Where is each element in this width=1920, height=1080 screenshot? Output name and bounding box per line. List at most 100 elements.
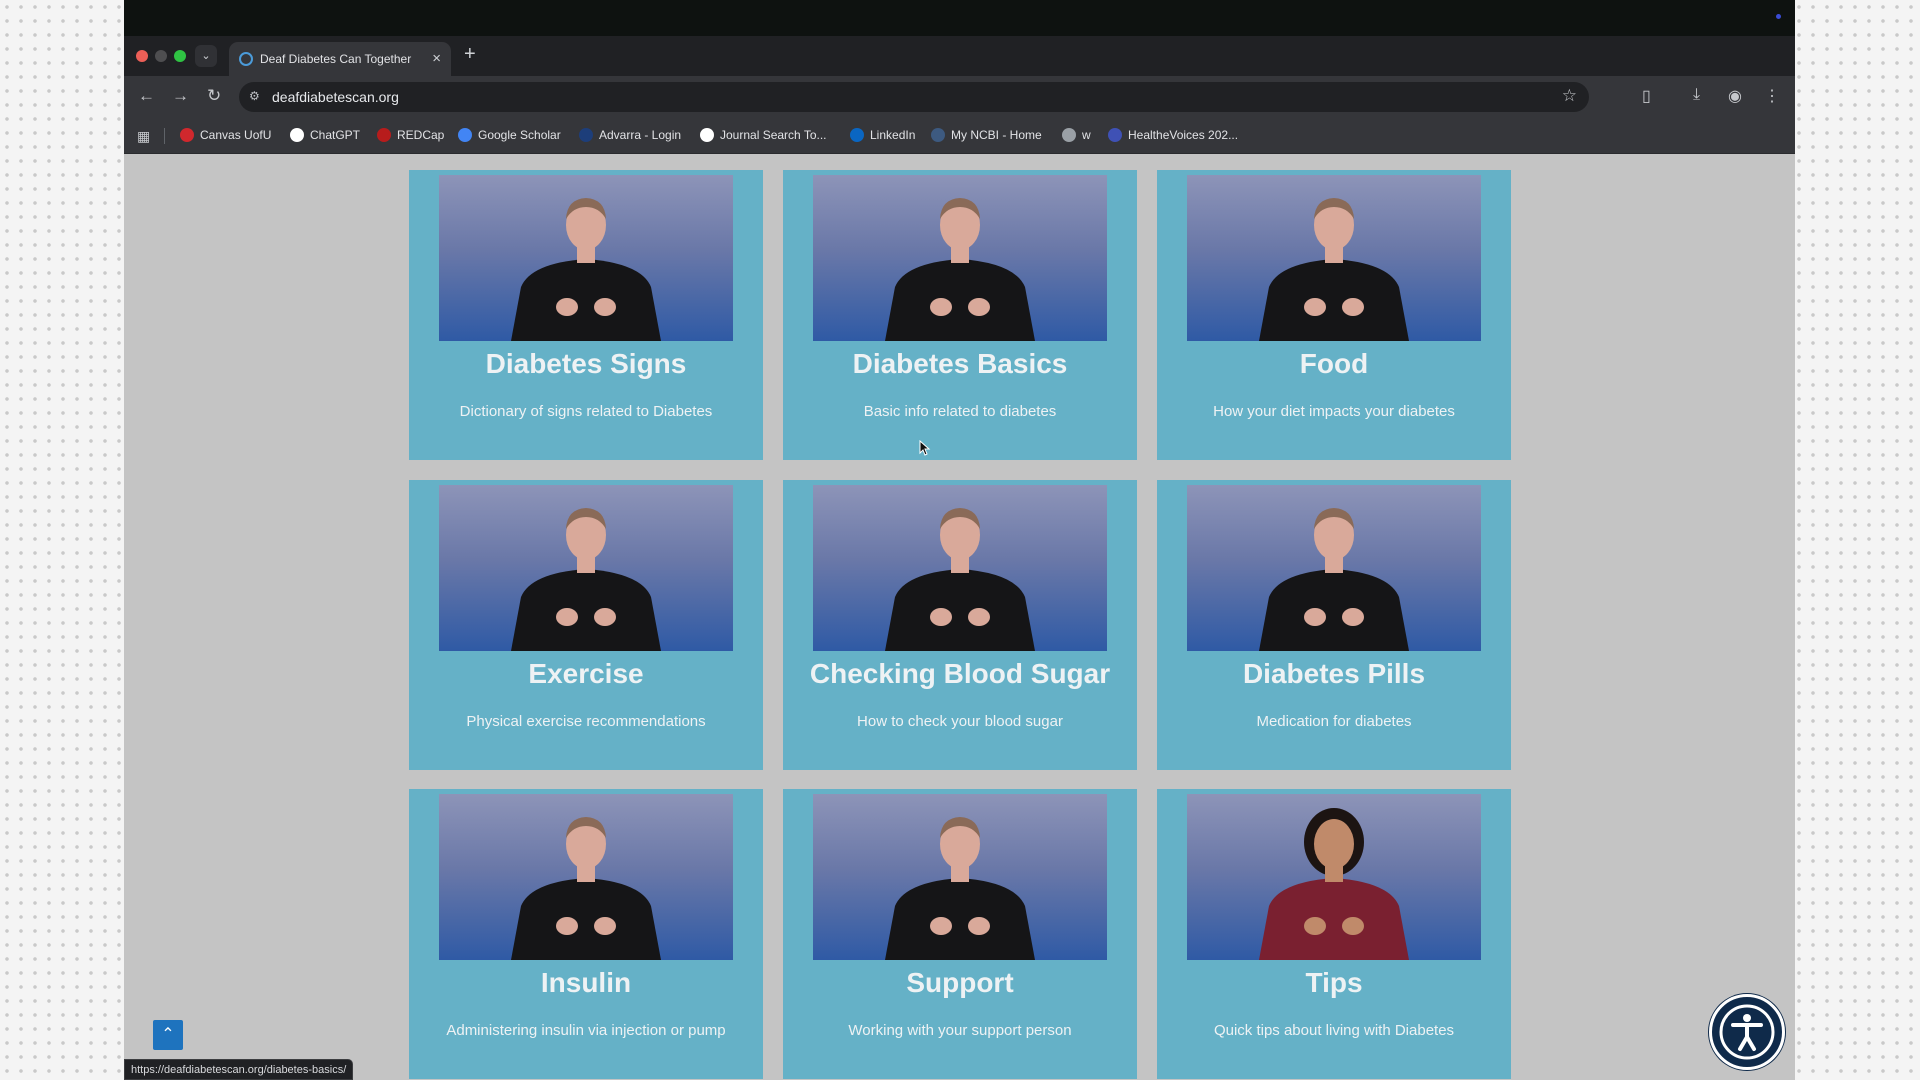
page-content: Diabetes Signs Dictionary of signs relat… xyxy=(124,154,1795,1080)
presenter-right-hand xyxy=(594,917,616,935)
card-support[interactable]: Support Working with your support person xyxy=(783,789,1137,1079)
card-description: Physical exercise recommendations xyxy=(466,713,706,730)
card-title[interactable]: Diabetes Basics xyxy=(783,348,1137,380)
active-tab[interactable]: Deaf Diabetes Can Together × xyxy=(229,42,451,76)
presenter-left-hand xyxy=(1304,608,1326,626)
bookmark-favicon-icon xyxy=(180,128,194,142)
bookmark-favicon-icon xyxy=(850,128,864,142)
card-title[interactable]: Tips xyxy=(1157,967,1511,999)
card-title[interactable]: Checking Blood Sugar xyxy=(783,658,1137,690)
presenter-left-hand xyxy=(1304,917,1326,935)
card-description: How your diet impacts your diabetes xyxy=(1213,403,1455,420)
presenter-body xyxy=(885,878,1035,960)
reload-icon[interactable]: ↻ xyxy=(207,86,221,106)
minimize-window-button[interactable] xyxy=(155,50,167,62)
bookmarks-bar: ▦ Canvas UofU ChatGPT REDCap Google Scho… xyxy=(124,118,1795,154)
bookmark-favicon-icon xyxy=(290,128,304,142)
presenter-image xyxy=(885,817,1035,960)
card-title[interactable]: Diabetes Pills xyxy=(1157,658,1511,690)
presenter-image xyxy=(1259,198,1409,341)
presenter-body xyxy=(511,259,661,341)
bookmark-redcap[interactable]: REDCap xyxy=(377,128,444,142)
bookmark-my-ncbi[interactable]: My NCBI - Home xyxy=(931,128,1042,142)
bookmark-canvas[interactable]: Canvas UofU xyxy=(180,128,271,142)
bookmark-star-icon[interactable]: ☆ xyxy=(1562,86,1577,106)
video-thumbnail[interactable] xyxy=(813,485,1107,651)
card-diabetes-basics[interactable]: Diabetes Basics Basic info related to di… xyxy=(783,170,1137,460)
extensions-icon[interactable]: ▯ xyxy=(1642,86,1651,106)
video-thumbnail[interactable] xyxy=(439,485,733,651)
url-text: deafdiabetescan.org xyxy=(272,89,399,105)
card-tips[interactable]: Tips Quick tips about living with Diabet… xyxy=(1157,789,1511,1079)
apps-grid-icon[interactable]: ▦ xyxy=(137,128,150,145)
presenter-right-hand xyxy=(1342,917,1364,935)
tab-close-icon[interactable]: × xyxy=(432,50,441,67)
close-window-button[interactable] xyxy=(136,50,148,62)
accessibility-widget-button[interactable] xyxy=(1709,994,1785,1070)
presenter-body xyxy=(885,259,1035,341)
card-diabetes-signs[interactable]: Diabetes Signs Dictionary of signs relat… xyxy=(409,170,763,460)
card-title[interactable]: Support xyxy=(783,967,1137,999)
presenter-image xyxy=(1259,508,1409,651)
presenter-image xyxy=(511,198,661,341)
maximize-window-button[interactable] xyxy=(174,50,186,62)
bookmark-google-scholar[interactable]: Google Scholar xyxy=(458,128,561,142)
download-icon[interactable]: ⤓ xyxy=(1693,86,1700,104)
video-thumbnail[interactable] xyxy=(813,175,1107,341)
bookmark-advarra[interactable]: Advarra - Login xyxy=(579,128,681,142)
scroll-to-top-button[interactable]: ⌃ xyxy=(153,1020,183,1050)
presenter-body xyxy=(511,878,661,960)
new-tab-button[interactable]: + xyxy=(464,43,476,66)
presenter-right-hand xyxy=(968,608,990,626)
card-title[interactable]: Diabetes Signs xyxy=(409,348,763,380)
tab-search-button[interactable]: ⌄ xyxy=(195,45,217,67)
presenter-body xyxy=(885,569,1035,651)
video-thumbnail[interactable] xyxy=(1187,175,1481,341)
recording-indicator-icon xyxy=(1776,14,1781,19)
card-title[interactable]: Exercise xyxy=(409,658,763,690)
card-insulin[interactable]: Insulin Administering insulin via inject… xyxy=(409,789,763,1079)
presenter-image xyxy=(885,508,1035,651)
video-thumbnail[interactable] xyxy=(813,794,1107,960)
site-info-icon[interactable]: ⚙ xyxy=(249,89,260,103)
video-thumbnail[interactable] xyxy=(439,794,733,960)
address-bar[interactable]: ⚙ deafdiabetescan.org ☆ xyxy=(239,82,1589,112)
presenter-left-hand xyxy=(930,298,952,316)
forward-icon[interactable]: → xyxy=(172,86,189,106)
bookmark-favicon-icon xyxy=(579,128,593,142)
presenter-head xyxy=(1314,819,1354,869)
tab-strip: ⌄ Deaf Diabetes Can Together × + xyxy=(124,36,1795,76)
presenter-body xyxy=(1259,259,1409,341)
menu-icon[interactable]: ⋮ xyxy=(1764,86,1780,106)
card-food[interactable]: Food How your diet impacts your diabetes xyxy=(1157,170,1511,460)
bookmark-favicon-icon xyxy=(700,128,714,142)
presenter-image xyxy=(1259,808,1409,960)
bookmark-w[interactable]: w xyxy=(1062,128,1091,142)
presenter-left-hand xyxy=(556,608,578,626)
profile-icon[interactable]: ◉ xyxy=(1728,86,1742,106)
presenter-left-hand xyxy=(556,298,578,316)
back-icon[interactable]: ← xyxy=(138,86,155,106)
presenter-body xyxy=(1259,569,1409,651)
presenter-right-hand xyxy=(594,608,616,626)
card-description: Medication for diabetes xyxy=(1256,713,1412,730)
card-description: Administering insulin via injection or p… xyxy=(446,1022,726,1039)
bookmark-favicon-icon xyxy=(1062,128,1076,142)
bookmarks-divider xyxy=(164,128,165,144)
card-title[interactable]: Food xyxy=(1157,348,1511,380)
card-diabetes-pills[interactable]: Diabetes Pills Medication for diabetes xyxy=(1157,480,1511,770)
card-checking-blood-sugar[interactable]: Checking Blood Sugar How to check your b… xyxy=(783,480,1137,770)
video-thumbnail[interactable] xyxy=(439,175,733,341)
card-exercise[interactable]: Exercise Physical exercise recommendatio… xyxy=(409,480,763,770)
video-thumbnail[interactable] xyxy=(1187,485,1481,651)
video-thumbnail[interactable] xyxy=(1187,794,1481,960)
presenter-body xyxy=(511,569,661,651)
presenter-left-hand xyxy=(930,917,952,935)
presenter-image xyxy=(511,817,661,960)
card-title[interactable]: Insulin xyxy=(409,967,763,999)
presenter-left-hand xyxy=(556,917,578,935)
bookmark-healthevoices[interactable]: HealtheVoices 202... xyxy=(1108,128,1238,142)
bookmark-linkedin[interactable]: LinkedIn xyxy=(850,128,915,142)
bookmark-chatgpt[interactable]: ChatGPT xyxy=(290,128,360,142)
bookmark-journal-search[interactable]: Journal Search To... xyxy=(700,128,827,142)
